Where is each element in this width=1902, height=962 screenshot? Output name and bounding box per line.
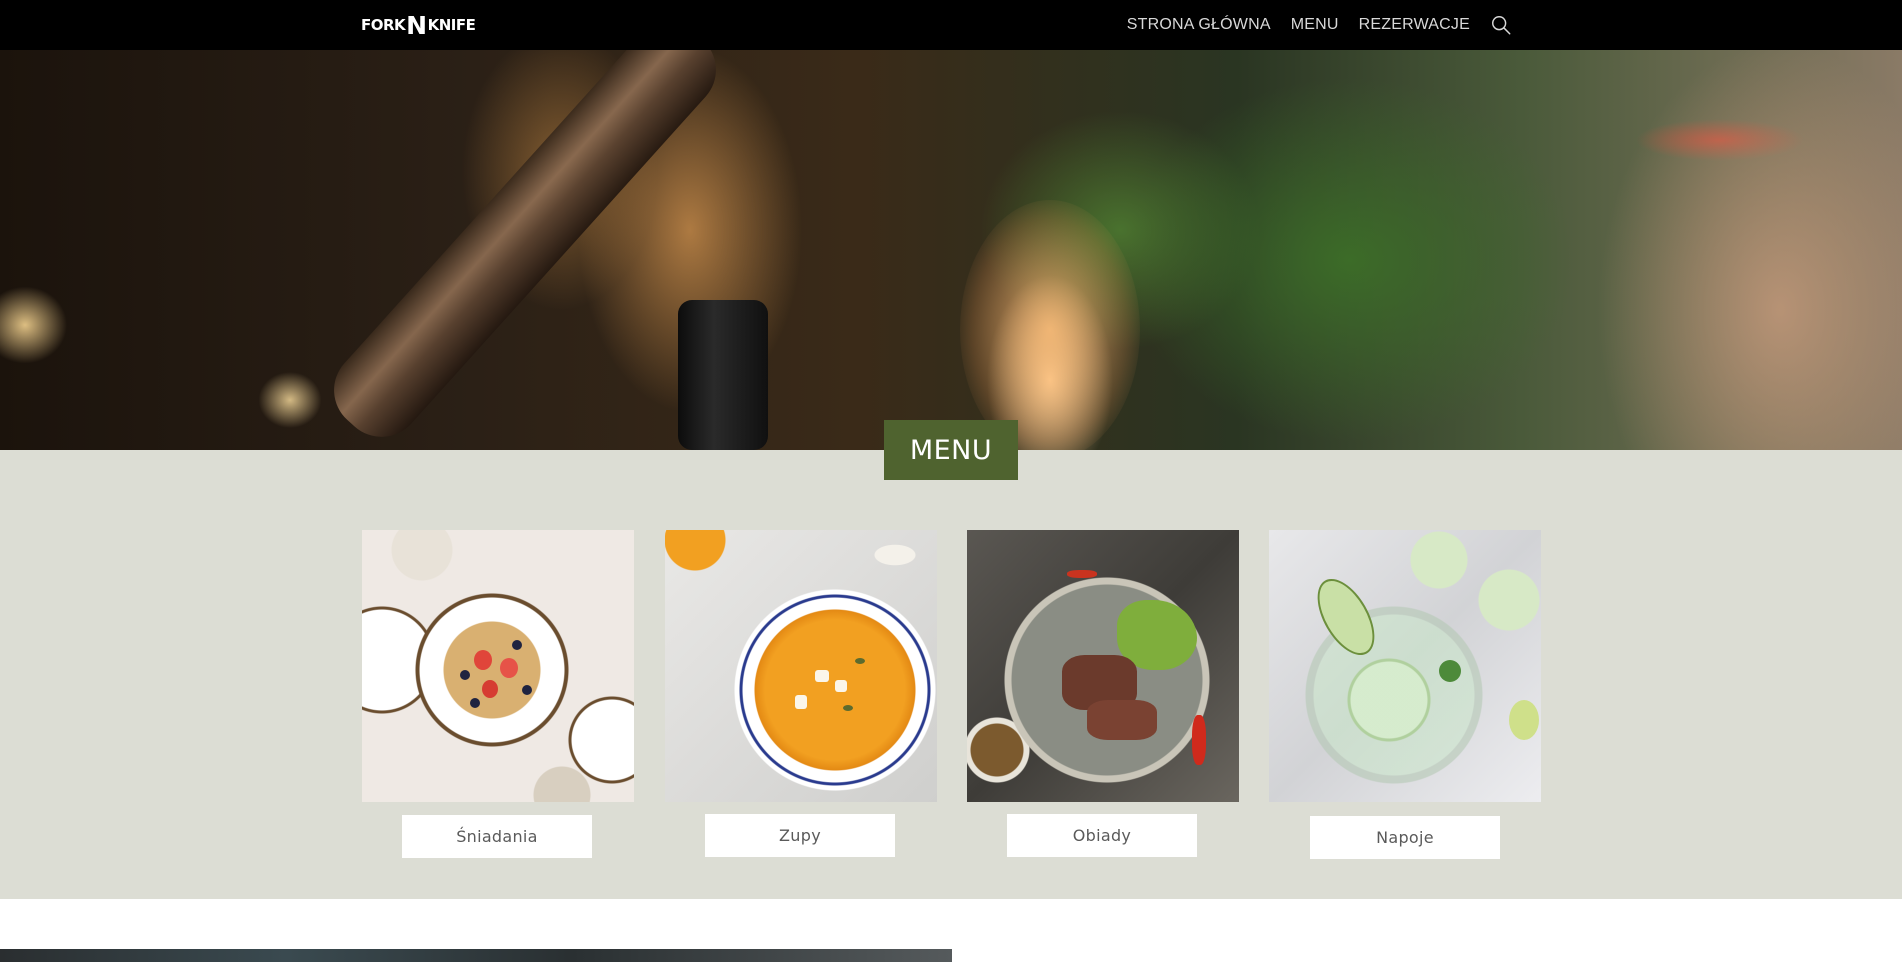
logo-text-knife: KNIFE xyxy=(427,16,476,34)
top-navbar: FORK N KNIFE STRONA GŁÓWNA MENU REZERWAC… xyxy=(0,0,1902,50)
hero-pipe-shape xyxy=(317,50,733,450)
lime-decor xyxy=(1509,700,1539,740)
nav-link-reservations[interactable]: REZERWACJE xyxy=(1359,16,1470,34)
search-icon[interactable] xyxy=(1490,14,1512,36)
nav-link-menu[interactable]: MENU xyxy=(1291,16,1339,34)
drinks-image[interactable] xyxy=(1269,530,1541,802)
category-button-breakfast[interactable]: Śniadania xyxy=(402,815,592,858)
hero-lamp-socket xyxy=(678,300,768,450)
strawberry-decor xyxy=(500,658,518,678)
strawberry-decor xyxy=(482,680,498,698)
hero-bulb-glow xyxy=(960,200,1140,450)
dinner-image[interactable] xyxy=(967,530,1239,802)
blueberry-decor xyxy=(512,640,522,650)
chili-decor xyxy=(1192,715,1206,765)
menu-section: Śniadania Zupy Obiady Napoje xyxy=(0,450,1902,899)
site-logo[interactable]: FORK N KNIFE xyxy=(361,10,476,40)
cream-decor xyxy=(835,680,847,692)
breakfast-image[interactable] xyxy=(362,530,634,802)
cream-decor xyxy=(795,695,807,709)
cream-decor xyxy=(815,670,829,682)
category-button-dinners[interactable]: Obiady xyxy=(1007,814,1197,857)
menu-heading: MENU xyxy=(909,434,993,466)
blueberry-decor xyxy=(470,698,480,708)
cucumber-slice-decor xyxy=(1305,569,1387,665)
menu-heading-box: MENU xyxy=(884,420,1018,480)
hero-image xyxy=(0,50,1902,450)
nav-links: STRONA GŁÓWNA MENU REZERWACJE xyxy=(1127,0,1512,50)
chili-decor xyxy=(1067,570,1097,578)
seed-decor xyxy=(843,705,853,711)
logo-text-fork: FORK xyxy=(361,16,406,34)
soup-image[interactable] xyxy=(665,530,937,802)
mint-decor xyxy=(1439,660,1461,682)
logo-text-n: N xyxy=(406,10,427,40)
category-button-drinks[interactable]: Napoje xyxy=(1310,816,1500,859)
strawberry-decor xyxy=(474,650,492,670)
page: FORK N KNIFE STRONA GŁÓWNA MENU REZERWAC… xyxy=(0,0,1902,962)
nav-link-home[interactable]: STRONA GŁÓWNA xyxy=(1127,16,1271,34)
category-button-soups[interactable]: Zupy xyxy=(705,814,895,857)
blueberry-decor xyxy=(460,670,470,680)
seed-decor xyxy=(855,658,865,664)
blueberry-decor xyxy=(522,685,532,695)
next-section-image xyxy=(0,949,952,962)
steak-decor xyxy=(1087,700,1157,740)
